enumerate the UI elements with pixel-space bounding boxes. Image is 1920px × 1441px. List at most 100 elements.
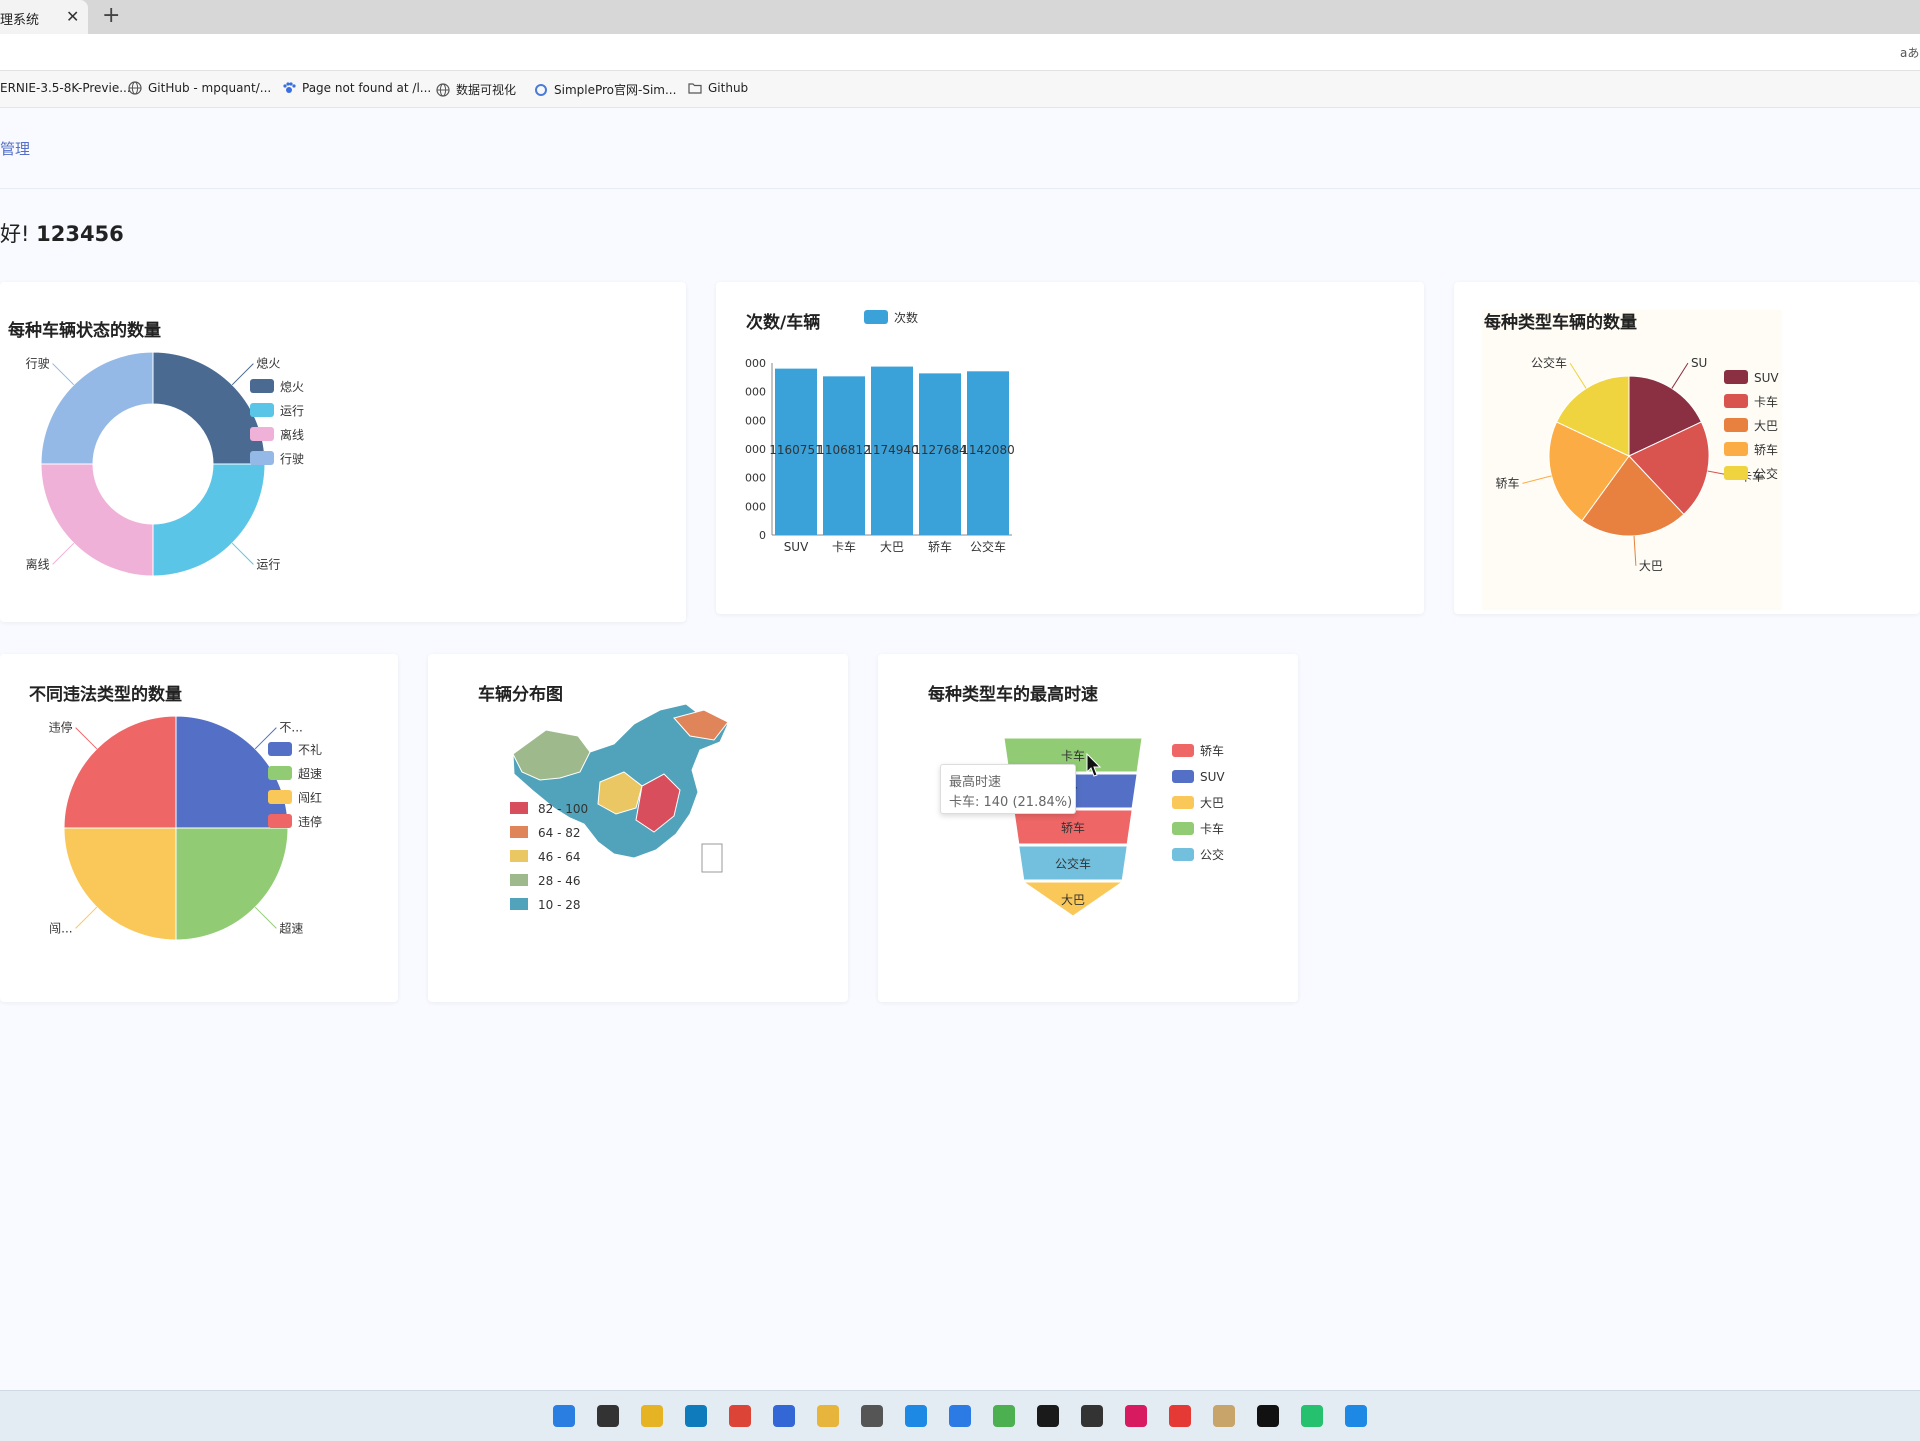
taskbar-app-icon[interactable]	[861, 1405, 883, 1427]
speed-funnel-chart[interactable]: 卡车V轿车公交车大巴轿车SUV大巴卡车公交	[878, 654, 1298, 1002]
slice-label: 闯...	[49, 920, 72, 935]
slice-label: 运行	[256, 557, 280, 571]
bookmark-item[interactable]: Github	[688, 81, 748, 95]
taskbar-app-icon[interactable]	[1213, 1405, 1235, 1427]
slice-label: 违停	[49, 720, 73, 735]
slice-label: 超速	[279, 920, 303, 935]
simplepro-icon	[535, 84, 547, 96]
taskbar-app-icon[interactable]	[685, 1405, 707, 1427]
legend-label: 卡车	[1754, 394, 1778, 409]
bookmark-item[interactable]: SimplePro官网-Sim...	[534, 81, 676, 98]
bookmark-item[interactable]: ERNIE-3.5-8K-Previe...	[0, 81, 131, 95]
legend-swatch	[510, 898, 528, 910]
legend-label: SUV	[1200, 770, 1225, 784]
legend-swatch	[510, 802, 528, 814]
speed-chart-card: 每种类型车的最高时速 卡车V轿车公交车大巴轿车SUV大巴卡车公交	[878, 654, 1298, 1002]
legend-swatch	[1724, 418, 1748, 432]
legend-swatch	[250, 451, 274, 465]
legend-swatch	[268, 766, 292, 780]
bar-data-label: 1127684	[913, 443, 966, 457]
taskbar-app-icon[interactable]	[1169, 1405, 1191, 1427]
legend-swatch	[1172, 848, 1194, 861]
close-icon[interactable]: ✕	[66, 7, 79, 26]
bookmark-label: Page not found at /l...	[302, 81, 432, 95]
legend-label: 28 - 46	[538, 874, 581, 888]
legend-swatch	[510, 874, 528, 886]
folder-icon	[688, 83, 702, 94]
bookmark-item[interactable]: GitHub - mpquant/...	[128, 81, 271, 95]
divider	[0, 188, 1920, 189]
count-bar-chart: 次数00000000000000000001160751SUV1106812卡车…	[745, 310, 1015, 554]
tab-title: 理系统	[0, 13, 40, 28]
bookmark-label: ERNIE-3.5-8K-Previe...	[0, 81, 131, 95]
legend-label: 大巴	[1200, 796, 1224, 810]
x-tick-label: 卡车	[832, 539, 856, 554]
legend-label: 熄火	[280, 380, 304, 394]
taskbar-app-icon[interactable]	[641, 1405, 663, 1427]
bar-data-label: 1106812	[817, 443, 870, 457]
taskbar-app-icon[interactable]	[773, 1405, 795, 1427]
violation-chart-card: 不同违法类型的数量 不... 超速 闯... 违停 不礼 超速 闯红 违停	[0, 654, 398, 1002]
funnel-label: 轿车	[1061, 820, 1085, 835]
taskbar-app-icon[interactable]	[1345, 1405, 1367, 1427]
taskbar-app-icon[interactable]	[817, 1405, 839, 1427]
legend-label: 46 - 64	[538, 850, 581, 864]
slice-label: 离线	[26, 556, 50, 571]
legend-swatch	[250, 379, 274, 393]
legend-swatch	[1172, 744, 1194, 757]
funnel-label: 大巴	[1061, 893, 1085, 907]
taskbar-app-icon[interactable]	[597, 1405, 619, 1427]
bar-data-label: 1160751	[769, 443, 822, 457]
legend-label: 82 - 100	[538, 802, 588, 816]
address-bar[interactable]	[0, 34, 1920, 71]
username: 123456	[36, 222, 124, 246]
label-line	[52, 363, 75, 386]
new-tab-icon[interactable]: +	[102, 3, 120, 28]
legend-swatch	[510, 826, 528, 838]
greeting-text: 好!	[0, 222, 30, 246]
nav-link-manage[interactable]: 管理	[0, 138, 30, 159]
y-tick-label: 000	[745, 357, 766, 370]
taskbar-app-icon[interactable]	[1037, 1405, 1059, 1427]
read-aloud-icon[interactable]: aあ	[1900, 44, 1919, 61]
legend-swatch	[250, 403, 274, 417]
legend-label: 离线	[280, 427, 304, 442]
legend-label: 卡车	[1200, 821, 1224, 836]
label-line	[1671, 362, 1689, 389]
bookmark-label: 数据可视化	[456, 83, 517, 97]
label-line	[231, 542, 254, 565]
y-tick-label: 000	[745, 386, 766, 399]
legend-swatch	[1724, 370, 1748, 384]
map-chart-card: 车辆分布图 82 - 100 64 - 82 46 - 64 28 - 46 10 - …	[428, 654, 848, 1002]
taskbar-app-icon[interactable]	[729, 1405, 751, 1427]
taskbar-app-icon[interactable]	[1081, 1405, 1103, 1427]
legend-label: 64 - 82	[538, 826, 581, 840]
label-line	[75, 906, 98, 929]
legend-swatch	[268, 742, 292, 756]
distribution-map[interactable]: 82 - 100 64 - 82 46 - 64 28 - 46 10 - 28	[428, 654, 848, 1002]
bookmark-label: GitHub - mpquant/...	[148, 81, 272, 95]
globe-icon	[128, 81, 142, 95]
label-line	[254, 906, 277, 929]
slice-label: 轿车	[1495, 475, 1519, 490]
violation-pie-chart: 不...超速闯...违停不礼超速闯红违停	[49, 715, 322, 941]
taskbar-app-icon[interactable]	[1125, 1405, 1147, 1427]
taskbar-app-icon[interactable]	[1301, 1405, 1323, 1427]
taskbar-app-icon[interactable]	[553, 1405, 575, 1427]
legend-swatch	[864, 310, 888, 324]
taskbar-app-icon[interactable]	[1257, 1405, 1279, 1427]
slice-label: SU	[1691, 356, 1707, 370]
legend-label: 运行	[280, 404, 304, 418]
tooltip-body: 卡车: 140 (21.84%)	[949, 795, 1073, 810]
paw-icon	[283, 82, 296, 93]
taskbar-app-icon[interactable]	[993, 1405, 1015, 1427]
bookmark-label: SimplePro官网-Sim...	[554, 83, 677, 97]
bookmark-item[interactable]: 数据可视化	[436, 81, 516, 98]
taskbar-app-icon[interactable]	[949, 1405, 971, 1427]
slice-label: 大巴	[1639, 559, 1663, 573]
bookmark-item[interactable]: Page not found at /l...	[282, 81, 431, 95]
legend-swatch	[1172, 822, 1194, 835]
taskbar-app-icon[interactable]	[905, 1405, 927, 1427]
y-tick-label: 000	[745, 472, 766, 485]
globe-icon	[436, 83, 450, 97]
